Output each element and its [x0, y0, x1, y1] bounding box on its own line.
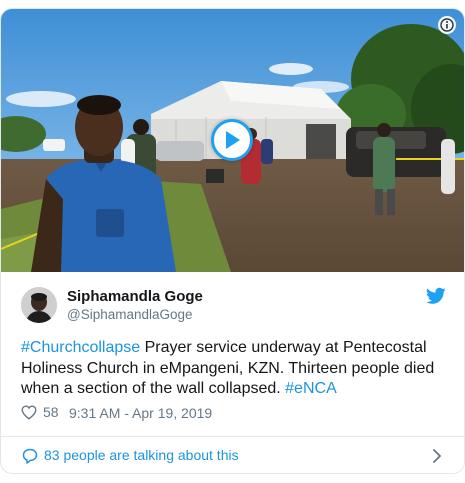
chevron-right-icon [433, 449, 441, 463]
play-icon [226, 131, 240, 149]
talking-about-text[interactable]: 83 people are talking about this [44, 447, 239, 463]
author-handle[interactable]: @SiphamandlaGoge [67, 307, 193, 322]
info-icon[interactable] [438, 16, 456, 34]
tweet-text: #Churchcollapse Prayer service underway … [21, 338, 446, 400]
hashtag-churchcollapse[interactable]: #Churchcollapse [21, 339, 140, 356]
avatar[interactable] [21, 287, 57, 323]
tweet-timestamp[interactable]: 9:31 AM - Apr 19, 2019 [69, 405, 212, 421]
like-count: 58 [43, 404, 59, 420]
play-button[interactable] [211, 119, 253, 161]
tweet-card: Siphamandla Goge @SiphamandlaGoge #Churc… [0, 8, 465, 474]
speech-bubble-icon [22, 448, 38, 464]
heart-icon [21, 404, 37, 420]
author-display-name[interactable]: Siphamandla Goge [67, 288, 203, 305]
tweet-video[interactable] [1, 9, 464, 272]
hashtag-enca[interactable]: #eNCA [285, 380, 337, 397]
twitter-bird-icon[interactable] [426, 287, 446, 305]
talking-about-link[interactable]: 83 people are talking about this [1, 437, 464, 473]
tweet-header: Siphamandla Goge @SiphamandlaGoge [21, 285, 446, 329]
like-button[interactable]: 58 [21, 404, 59, 420]
